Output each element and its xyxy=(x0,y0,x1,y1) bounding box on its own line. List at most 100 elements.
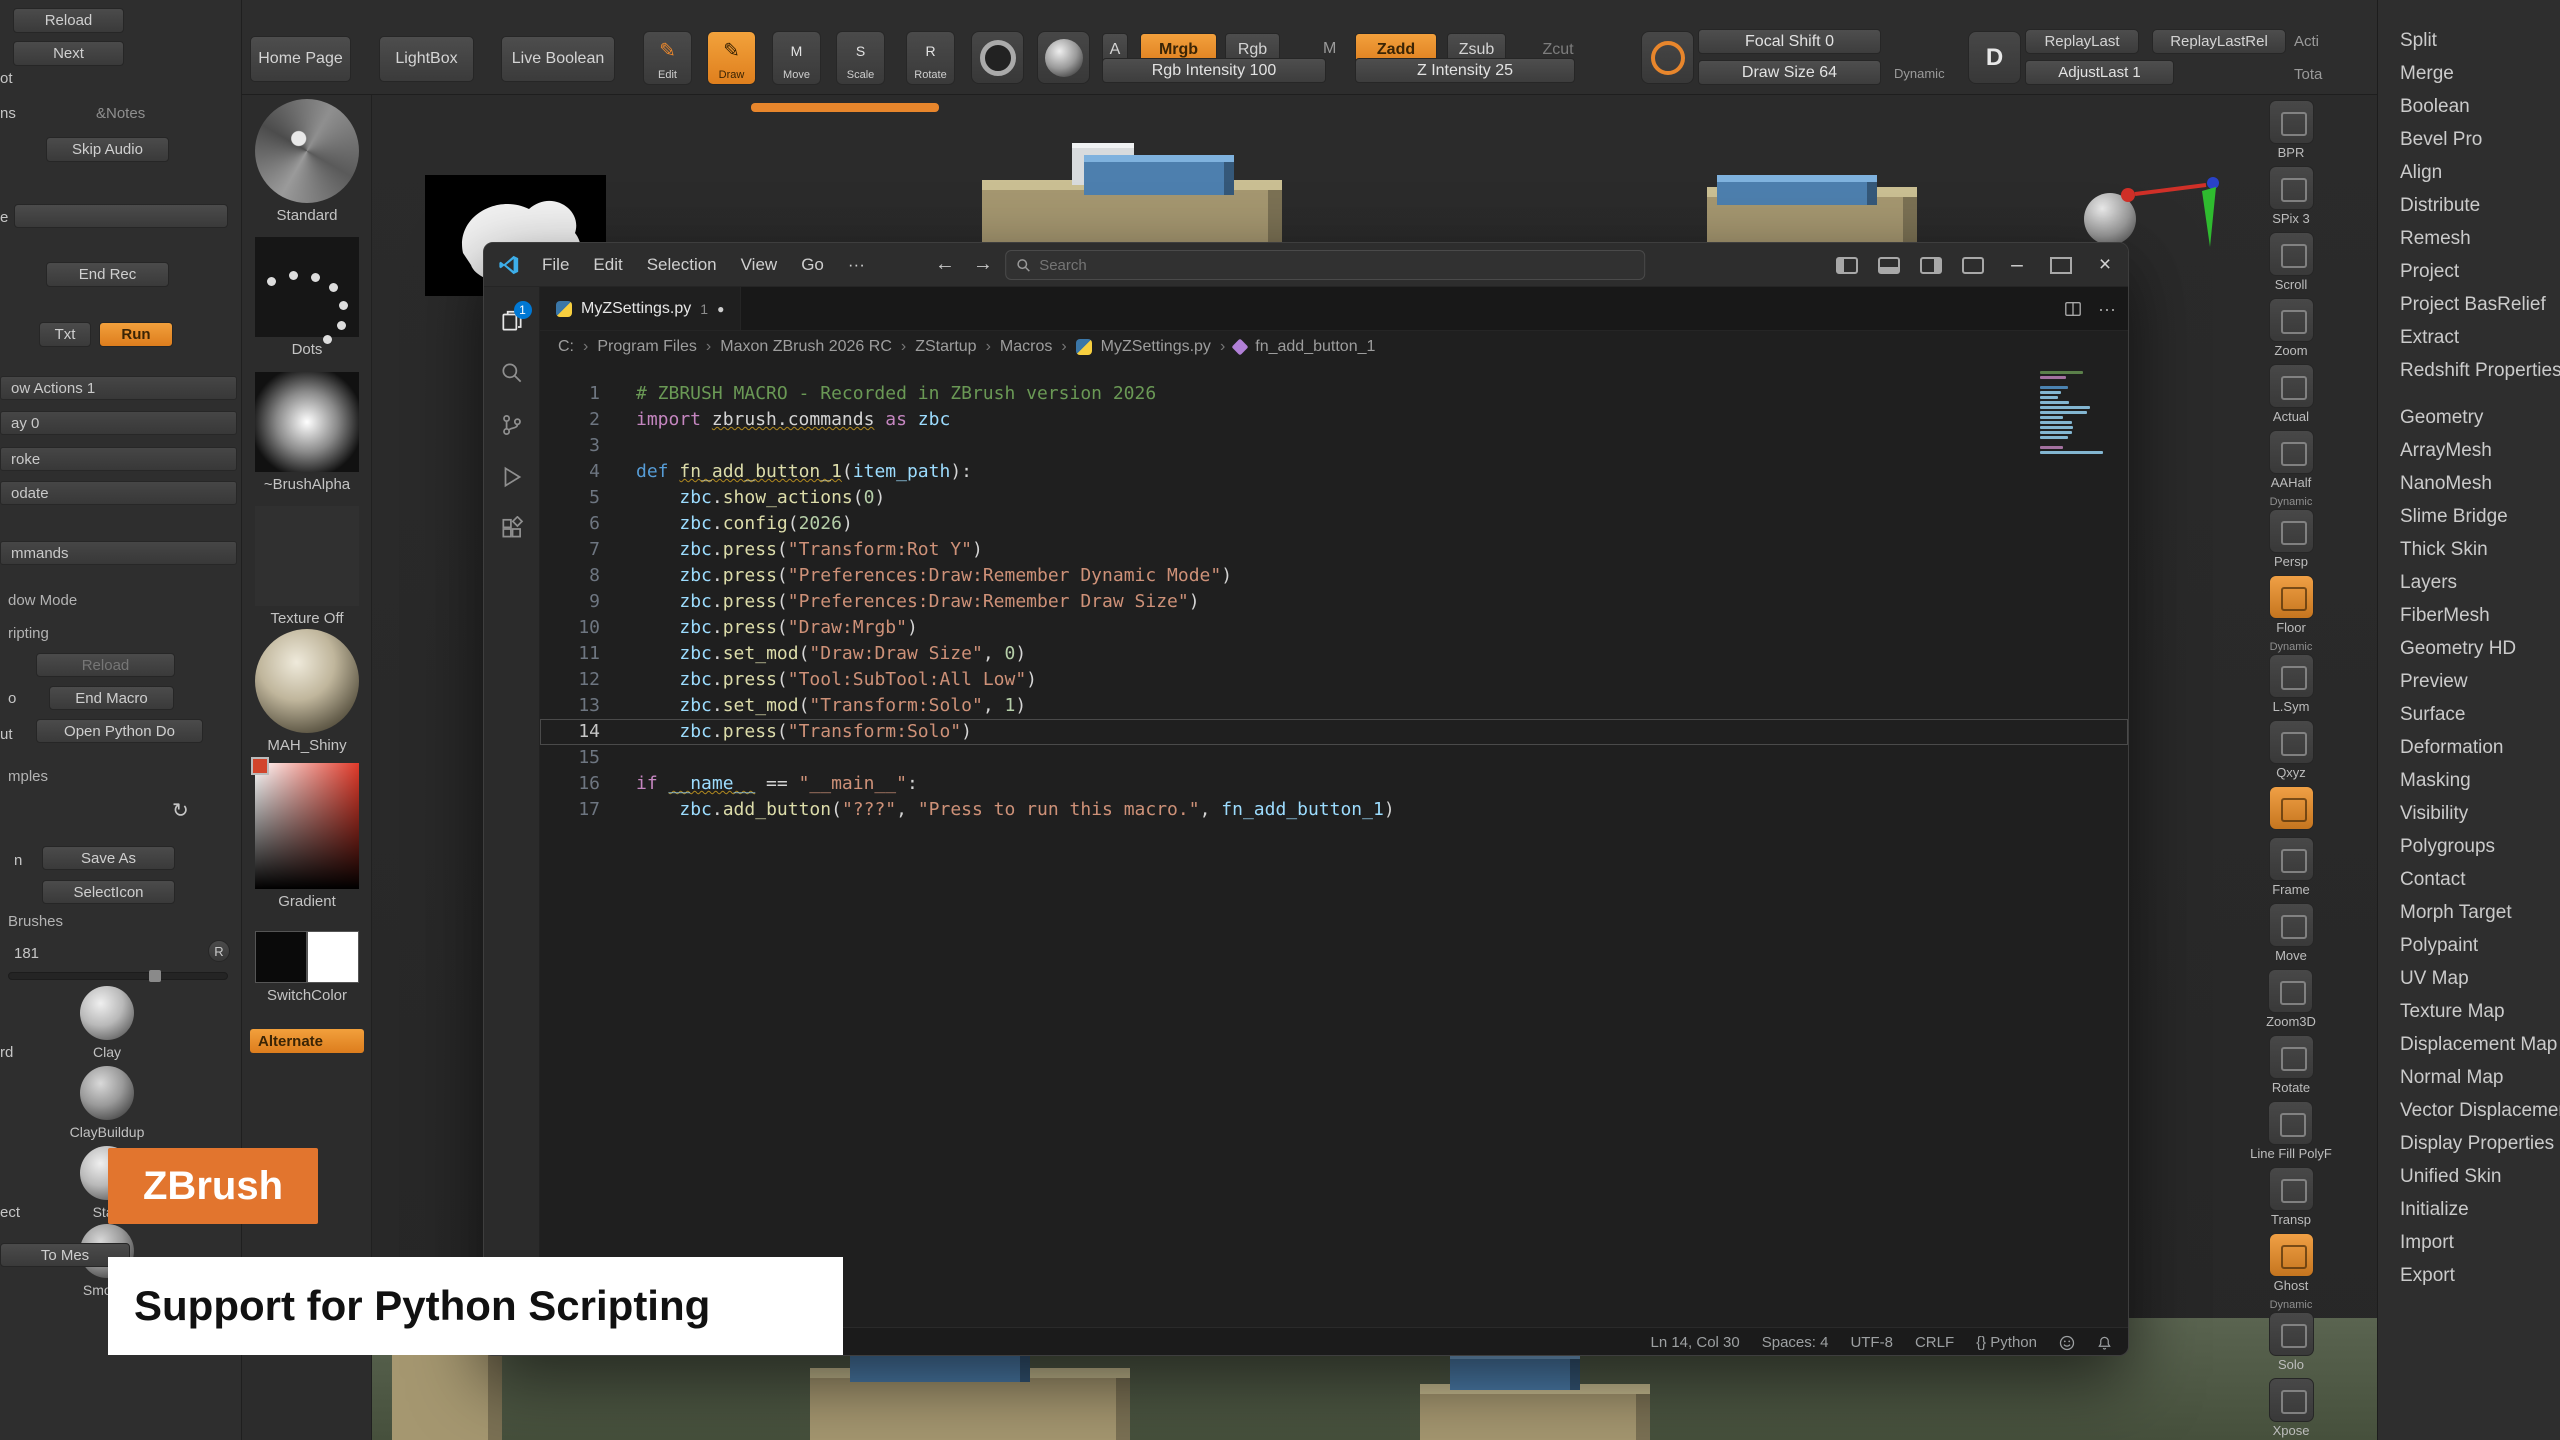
menu-item-nanomesh[interactable]: NanoMesh xyxy=(2378,467,2560,500)
brush-claybuildup[interactable] xyxy=(80,1066,134,1120)
breadcrumb-item-macros[interactable]: Macros xyxy=(1000,338,1052,356)
line-fill-polyf-icon[interactable] xyxy=(2268,1101,2313,1145)
menu-item-unified-skin[interactable]: Unified Skin xyxy=(2378,1160,2560,1193)
menu-file[interactable]: File xyxy=(532,251,579,279)
menu-item-uv-map[interactable]: UV Map xyxy=(2378,962,2560,995)
code-line-1[interactable]: 1# ZBRUSH MACRO - Recorded in ZBrush ver… xyxy=(540,381,2128,407)
extensions-icon[interactable] xyxy=(484,503,540,555)
solo-icon[interactable] xyxy=(2269,1312,2314,1356)
select-icon-button[interactable]: SelectIcon xyxy=(42,880,175,904)
menu-item-display-properties[interactable]: Display Properties xyxy=(2378,1127,2560,1160)
txt-button[interactable]: Txt xyxy=(39,322,91,347)
ghost-icon[interactable] xyxy=(2269,1233,2314,1277)
xpose-icon[interactable] xyxy=(2269,1378,2314,1422)
vscode-titlebar[interactable]: FileEditSelectionViewGo··· ← → – × xyxy=(484,243,2128,287)
switch-color-thumb[interactable]: SwitchColor xyxy=(252,931,362,1004)
code-line-3[interactable]: 3 xyxy=(540,433,2128,459)
live-boolean-button[interactable]: Live Boolean xyxy=(501,36,615,82)
menu-item-polypaint[interactable]: Polypaint xyxy=(2378,929,2560,962)
aahalf-icon[interactable] xyxy=(2269,430,2314,474)
menu-item-preview[interactable]: Preview xyxy=(2378,665,2560,698)
back-button[interactable]: ← xyxy=(935,253,955,276)
menu-item-bevel-pro[interactable]: Bevel Pro xyxy=(2378,123,2560,156)
menu-item-surface[interactable]: Surface xyxy=(2378,698,2560,731)
menu-item-redshift-properties[interactable]: Redshift Properties xyxy=(2378,354,2560,387)
code-line-6[interactable]: 6 zbc.config(2026) xyxy=(540,511,2128,537)
l-sym-icon[interactable] xyxy=(2269,654,2314,698)
update-bar[interactable]: odate xyxy=(0,481,237,505)
menu-item-deformation[interactable]: Deformation xyxy=(2378,731,2560,764)
z-intensity-slider[interactable]: Z Intensity 25 xyxy=(1355,58,1575,83)
skip-audio-button[interactable]: Skip Audio xyxy=(46,137,169,162)
menu-item-align[interactable]: Align xyxy=(2378,156,2560,189)
menu-item-normal-map[interactable]: Normal Map xyxy=(2378,1061,2560,1094)
toggle-secondary-sidebar-icon[interactable] xyxy=(1920,257,1942,274)
code-line-17[interactable]: 17 zbc.add_button("???", "Press to run t… xyxy=(540,797,2128,823)
menu-item-boolean[interactable]: Boolean xyxy=(2378,90,2560,123)
menu-item-arraymesh[interactable]: ArrayMesh xyxy=(2378,434,2560,467)
notifications-bell-icon[interactable] xyxy=(2097,1335,2112,1351)
menu-item-extract[interactable]: Extract xyxy=(2378,321,2560,354)
modified-dot-icon[interactable]: ● xyxy=(717,302,724,316)
window-close-button[interactable]: × xyxy=(2092,253,2118,277)
breadcrumb-item-c[interactable]: C: xyxy=(558,338,574,356)
rotate-icon[interactable] xyxy=(2269,1035,2314,1079)
brush-clay[interactable] xyxy=(80,986,134,1040)
reload-script-button[interactable]: Reload xyxy=(36,653,175,677)
menu-[interactable]: ··· xyxy=(838,251,875,279)
breadcrumb-item-fn-add-button-1[interactable]: fn_add_button_1 xyxy=(1255,338,1375,356)
move-icon[interactable] xyxy=(2269,903,2314,947)
code-line-4[interactable]: 4def fn_add_button_1(item_path): xyxy=(540,459,2128,485)
code-line-10[interactable]: 10 zbc.press("Draw:Mrgb") xyxy=(540,615,2128,641)
menu-item-project-basrelief[interactable]: Project BasRelief xyxy=(2378,288,2560,321)
menu-item-texture-map[interactable]: Texture Map xyxy=(2378,995,2560,1028)
focal-shift-slider[interactable]: Focal Shift 0 xyxy=(1698,29,1881,54)
axis-gizmo-icon[interactable] xyxy=(2120,175,2230,265)
brush-standard-thumb[interactable]: Standard xyxy=(252,99,362,224)
menu-item-remesh[interactable]: Remesh xyxy=(2378,222,2560,255)
menu-item-project[interactable]: Project xyxy=(2378,255,2560,288)
code-line-8[interactable]: 8 zbc.press("Preferences:Draw:Remember D… xyxy=(540,563,2128,589)
menu-item-export[interactable]: Export xyxy=(2378,1259,2560,1292)
window-maximize-button[interactable] xyxy=(2050,257,2072,274)
run-button[interactable]: Run xyxy=(99,322,173,347)
stroke-bar[interactable]: roke xyxy=(0,447,237,471)
scale-tool-button[interactable]: S Scale xyxy=(836,31,885,85)
breadcrumb-item-zstartup[interactable]: ZStartup xyxy=(915,338,976,356)
edit-tool-button[interactable]: ✎ Edit xyxy=(643,31,692,85)
qxyz-icon[interactable] xyxy=(2269,720,2314,764)
stroke-type-button[interactable] xyxy=(971,31,1024,84)
feedback-smiley-icon[interactable] xyxy=(2059,1335,2075,1351)
menu-selection[interactable]: Selection xyxy=(637,251,727,279)
brush-size-slider[interactable] xyxy=(8,972,228,980)
alternate-button[interactable]: Alternate xyxy=(250,1029,364,1053)
menu-go[interactable]: Go xyxy=(791,251,834,279)
end-rec-button[interactable]: End Rec xyxy=(46,262,169,287)
customize-layout-icon[interactable] xyxy=(1962,257,1984,274)
focal-button[interactable] xyxy=(1641,31,1694,84)
unnamed-button[interactable] xyxy=(14,204,228,228)
zoom-icon[interactable] xyxy=(2269,298,2314,342)
encoding[interactable]: UTF-8 xyxy=(1850,1334,1893,1351)
search-input[interactable] xyxy=(1039,257,1599,274)
actual-icon[interactable] xyxy=(2269,364,2314,408)
rgb-intensity-slider[interactable]: Rgb Intensity 100 xyxy=(1102,58,1326,83)
alpha-thumb[interactable]: ~BrushAlpha xyxy=(252,372,362,493)
indentation[interactable]: Spaces: 4 xyxy=(1762,1334,1829,1351)
source-control-icon[interactable] xyxy=(484,399,540,451)
notes-icon[interactable] xyxy=(2269,786,2314,830)
eol-sequence[interactable]: CRLF xyxy=(1915,1334,1954,1351)
menu-item-thick-skin[interactable]: Thick Skin xyxy=(2378,533,2560,566)
language-mode[interactable]: {} Python xyxy=(1976,1334,2037,1351)
m-toggle[interactable]: M xyxy=(1323,40,1336,58)
draw-size-slider[interactable]: Draw Size 64 xyxy=(1698,60,1881,85)
slider-handle[interactable] xyxy=(149,970,161,982)
minimap[interactable] xyxy=(2040,371,2110,456)
menu-view[interactable]: View xyxy=(731,251,788,279)
split-editor-icon[interactable] xyxy=(2064,300,2082,318)
code-line-11[interactable]: 11 zbc.set_mod("Draw:Draw Size", 0) xyxy=(540,641,2128,667)
alpha-button[interactable] xyxy=(1037,31,1090,84)
tab-myzsettings[interactable]: MyZSettings.py 1 ● xyxy=(540,287,741,330)
open-python-button[interactable]: Open Python Do xyxy=(36,719,203,743)
menu-item-visibility[interactable]: Visibility xyxy=(2378,797,2560,830)
